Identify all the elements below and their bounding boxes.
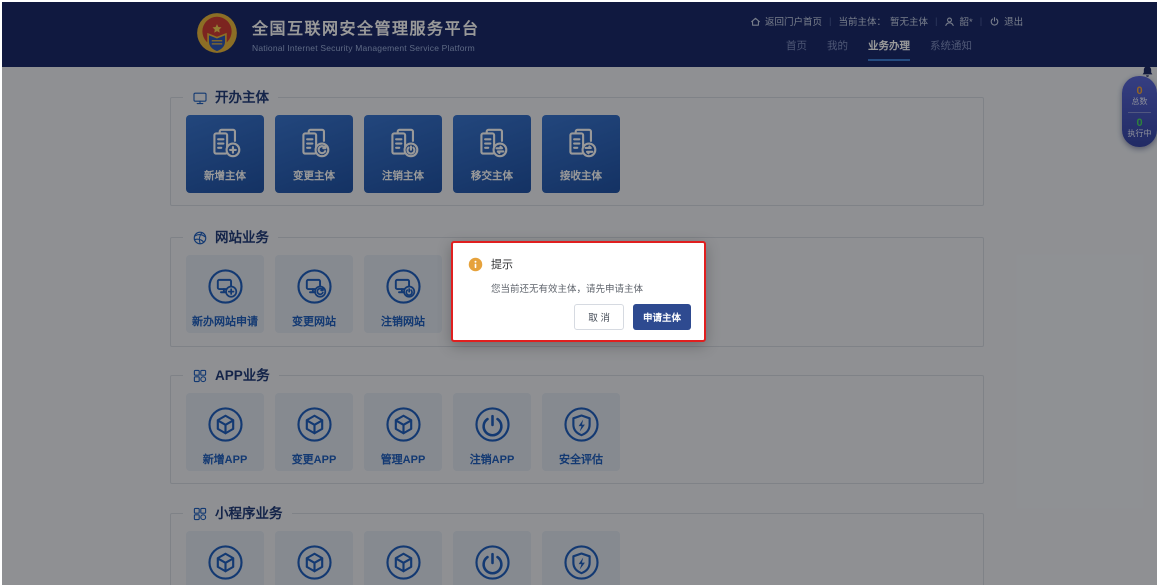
- prompt-dialog: 提示 您当前还无有效主体，请先申请主体 取 消 申请主体: [451, 241, 706, 342]
- dialog-buttons: 取 消 申请主体: [574, 304, 691, 330]
- dialog-header: 提示: [468, 256, 704, 272]
- apply-subject-button[interactable]: 申请主体: [633, 304, 691, 330]
- dialog-title: 提示: [491, 256, 513, 272]
- info-icon: [468, 257, 483, 272]
- dialog-message: 您当前还无有效主体，请先申请主体: [491, 281, 704, 295]
- cancel-button[interactable]: 取 消: [574, 304, 624, 330]
- app-window: 全国互联网安全管理服务平台 National Internet Security…: [2, 2, 1157, 585]
